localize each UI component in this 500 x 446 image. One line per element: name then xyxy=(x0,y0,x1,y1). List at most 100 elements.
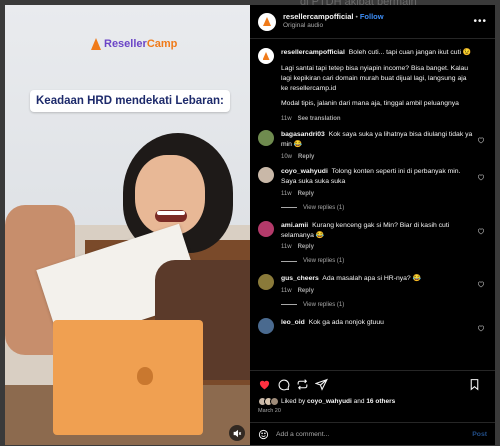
follow-button[interactable]: Follow xyxy=(360,12,384,21)
commenter-avatar[interactable] xyxy=(258,220,274,237)
comment-text: Kok ga ada nonjok gtuuu xyxy=(308,318,384,326)
brand-logo-text: ResellerCamp xyxy=(104,38,178,50)
video-person-teeth xyxy=(157,211,185,215)
brand-logo-mark-icon xyxy=(263,17,271,26)
likes-prefix: Liked by xyxy=(281,398,306,405)
bookmark-icon[interactable] xyxy=(468,378,481,391)
caption-time: 11w xyxy=(281,116,292,123)
more-options-icon[interactable]: ••• xyxy=(473,16,487,27)
like-comment-icon[interactable] xyxy=(477,324,485,332)
comment-body: gus_cheers Ada masalah apa si HR-nya? 😂 … xyxy=(281,274,487,296)
video-person-face xyxy=(135,155,205,235)
action-icons-row xyxy=(258,377,487,391)
like-comment-icon[interactable] xyxy=(477,280,485,288)
comment-body: coyo_wahyudi Tolong konten seperti ini d… xyxy=(281,167,487,198)
author-username[interactable]: resellercampofficial xyxy=(283,12,353,21)
comment-item: ami.amii Kurang kenceng gak si Min? Biar… xyxy=(258,220,487,252)
view-replies-label: View replies (1) xyxy=(303,258,345,265)
view-replies-label: View replies (1) xyxy=(303,301,345,308)
caption-meta: 11w See translation xyxy=(281,115,473,124)
commenter-avatar[interactable] xyxy=(258,274,274,291)
comment-item: leo_oid Kok ga ada nonjok gtuuu xyxy=(258,317,487,334)
view-replies-button[interactable]: View replies (1) xyxy=(281,258,487,264)
post-dialog: ResellerCamp Keadaan HRD mendekati Lebar… xyxy=(5,5,495,445)
divider xyxy=(281,260,297,262)
comment-username[interactable]: coyo_wahyudi xyxy=(281,168,328,175)
author-avatar[interactable] xyxy=(258,48,274,64)
comment-meta: 11w Reply xyxy=(281,190,473,199)
view-replies-label: View replies (1) xyxy=(303,204,345,211)
likes-and: and xyxy=(353,398,365,405)
comment-username[interactable]: leo_oid xyxy=(281,319,305,326)
liker-avatar xyxy=(270,397,279,406)
add-comment-row: Post xyxy=(250,422,495,445)
separator-dot: • xyxy=(355,14,358,22)
comment-item: gus_cheers Ada masalah apa si HR-nya? 😂 … xyxy=(258,274,487,296)
like-comment-icon[interactable] xyxy=(477,136,485,144)
commenter-avatar[interactable] xyxy=(258,129,274,146)
post-actions: Liked by coyo_wahyudi and 16 others Marc… xyxy=(250,370,495,422)
caption-line-1: Boleh cuti... tapi cuan jangan ikut cuti… xyxy=(348,49,472,56)
like-comment-icon[interactable] xyxy=(477,227,485,235)
video-laptop xyxy=(53,320,203,435)
comment-body: leo_oid Kok ga ada nonjok gtuuu xyxy=(281,318,487,334)
comment-time: 11w xyxy=(281,244,292,251)
comment-item: coyo_wahyudi Tolong konten seperti ini d… xyxy=(258,167,487,198)
header-text: resellercampofficial • Follow Original aud… xyxy=(283,12,384,31)
reply-button[interactable]: Reply xyxy=(298,154,314,160)
comment-meta: 10w Reply xyxy=(281,153,473,162)
brand-logo: ResellerCamp xyxy=(91,38,177,50)
post-caption: resellercampofficial Boleh cuti... tapi … xyxy=(258,48,487,124)
caption-line-3: Modal tipis, jalanin dari mana aja, ting… xyxy=(281,100,459,108)
comment-time: 11w xyxy=(281,190,292,197)
see-translation-link[interactable]: See translation xyxy=(298,116,341,122)
likes-others[interactable]: 16 others xyxy=(366,398,395,405)
comment-time: 11w xyxy=(281,287,292,294)
comments-panel: resellercampofficial • Follow Original aud… xyxy=(250,5,495,445)
post-comment-button[interactable]: Post xyxy=(472,431,487,438)
like-comment-icon[interactable] xyxy=(477,173,485,181)
reply-button[interactable]: Reply xyxy=(298,244,314,250)
add-comment-input[interactable] xyxy=(276,430,473,438)
speaker-muted-icon[interactable] xyxy=(229,425,245,441)
heart-filled-icon[interactable] xyxy=(258,378,271,391)
commenter-avatar[interactable] xyxy=(258,167,274,184)
comment-body: ami.amii Kurang kenceng gak si Min? Biar… xyxy=(281,221,487,252)
liker-avatars xyxy=(258,397,279,406)
caption-username[interactable]: resellercampofficial xyxy=(281,49,345,56)
audio-label[interactable]: Original audio xyxy=(283,22,384,31)
view-replies-button[interactable]: View replies (1) xyxy=(281,205,487,211)
author-avatar[interactable] xyxy=(258,12,276,31)
emoji-icon[interactable] xyxy=(258,429,269,440)
comment-text: Ada masalah apa si HR-nya? 😂 xyxy=(322,275,422,283)
reply-button[interactable]: Reply xyxy=(298,288,314,294)
comment-time: 10w xyxy=(281,153,293,160)
view-replies-button[interactable]: View replies (1) xyxy=(281,302,487,308)
likes-summary[interactable]: Liked by coyo_wahyudi and 16 others xyxy=(258,397,487,406)
brand-logo-mark-icon xyxy=(262,52,270,60)
comment-username[interactable]: gus_cheers xyxy=(281,275,319,282)
repost-icon[interactable] xyxy=(296,378,309,391)
video-overlay-caption: Keadaan HRD mendekati Lebaran: xyxy=(30,90,230,112)
share-icon[interactable] xyxy=(315,378,328,391)
reel-video[interactable]: ResellerCamp Keadaan HRD mendekati Lebar… xyxy=(5,5,250,445)
divider xyxy=(281,304,297,306)
comment-username[interactable]: ami.amii xyxy=(281,222,308,229)
likes-user[interactable]: coyo_wahyudi xyxy=(307,398,352,405)
divider xyxy=(281,207,297,209)
commenter-avatar[interactable] xyxy=(258,317,274,334)
comment-icon[interactable] xyxy=(277,378,290,391)
comment-body: bagasandri03 Kok saya suka ya lihatnya b… xyxy=(281,130,487,161)
comment-meta: 11w Reply xyxy=(281,243,473,252)
comment-item: bagasandri03 Kok saya suka ya lihatnya b… xyxy=(258,129,487,161)
reply-button[interactable]: Reply xyxy=(298,191,314,197)
comments-list[interactable]: resellercampofficial Boleh cuti... tapi … xyxy=(250,40,495,370)
caption-line-2: Lagi santai tapi tetep bisa nyiapin inco… xyxy=(281,64,469,92)
post-header: resellercampofficial • Follow Original aud… xyxy=(250,5,495,39)
apple-logo-icon xyxy=(137,367,153,385)
caption-body: resellercampofficial Boleh cuti... tapi … xyxy=(281,48,487,124)
comment-meta: 11w Reply xyxy=(281,287,473,296)
post-date: March 20 xyxy=(258,408,281,414)
comment-username[interactable]: bagasandri03 xyxy=(281,131,325,138)
brand-logo-mark-icon xyxy=(91,38,101,50)
